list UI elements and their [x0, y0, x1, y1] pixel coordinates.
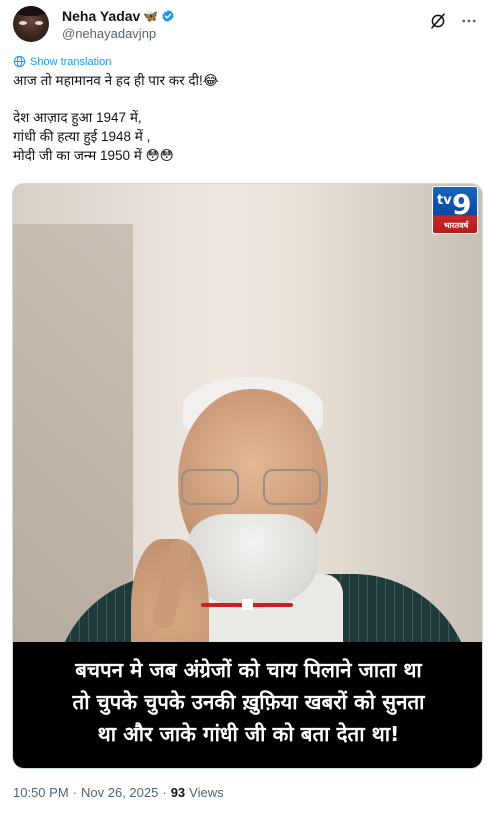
- tweet-meta: 10:50 PM · Nov 26, 2025 · 93 Views: [13, 785, 224, 800]
- author-handle[interactable]: @nehayadavjnp: [62, 26, 156, 41]
- tweet-date[interactable]: Nov 26, 2025: [81, 785, 158, 800]
- tweet-media-image[interactable]: tv 9 भारतवर्ष बचपन मे जब अंग्रेजों को चा…: [12, 183, 483, 769]
- tweet-line: आज तो महामानव ने हद ही पार कर दी!😂: [13, 73, 219, 88]
- views-count: 93: [170, 785, 186, 800]
- tweet-line: देश आज़ाद हुआ 1947 में,: [13, 110, 142, 125]
- caption-line: था और जाके गांधी जी को बता देता था!: [97, 722, 400, 746]
- tweet-line: गांधी की हत्या हुई 1948 में ,: [13, 129, 151, 144]
- globe-icon: [13, 55, 26, 68]
- more-options-icon[interactable]: [459, 12, 479, 30]
- author-name-row[interactable]: Neha Yadav 🦋: [62, 8, 175, 24]
- tweet-line: मोदी जी का जन्म 1950 में 😳😳: [13, 148, 174, 163]
- meta-separator: ·: [72, 785, 77, 800]
- grok-icon[interactable]: [429, 12, 447, 30]
- video-progress-handle[interactable]: [242, 599, 253, 610]
- caption-line: बचपन मे जब अंग्रेजों को चाय पिलाने जाता …: [75, 658, 422, 682]
- butterfly-icon: 🦋: [143, 9, 159, 23]
- show-translation-label[interactable]: Show translation: [30, 56, 111, 68]
- caption-line: तो चुपके चुपके उनकी ख़ुफ़िया खबरों को सु…: [72, 690, 425, 714]
- meta-separator: ·: [162, 785, 167, 800]
- author-display-name[interactable]: Neha Yadav: [62, 8, 140, 24]
- tweet-text: आज तो महामानव ने हद ही पार कर दी!😂 देश आ…: [13, 71, 483, 165]
- show-translation-link[interactable]: Show translation: [13, 55, 111, 68]
- verified-badge-icon: [162, 9, 174, 23]
- avatar[interactable]: [13, 6, 49, 42]
- image-caption: बचपन मे जब अंग्रेजों को चाय पिलाने जाता …: [13, 654, 482, 750]
- tv9-bharatvarsh-logo: tv 9 भारतवर्ष: [432, 186, 478, 234]
- tweet-time[interactable]: 10:50 PM: [13, 785, 69, 800]
- tweet-header: Neha Yadav 🦋 @nehayadavjnp: [13, 4, 483, 48]
- views-label: Views: [189, 785, 224, 800]
